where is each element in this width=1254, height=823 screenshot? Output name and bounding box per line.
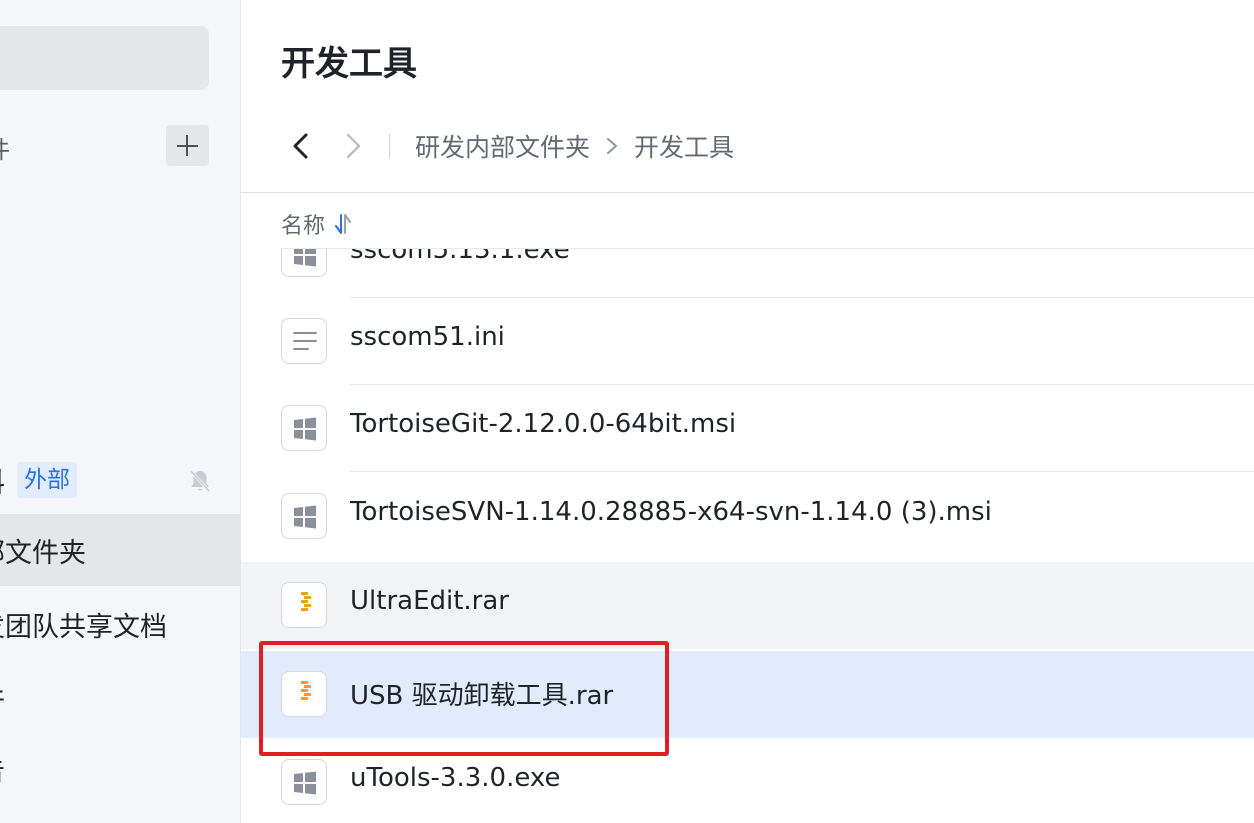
sidebar-section-label: 件 (0, 130, 10, 165)
column-header-name[interactable]: 名称 (281, 208, 353, 240)
file-icon (281, 405, 327, 451)
file-name: uTools-3.3.0.exe (350, 763, 561, 793)
file-row[interactable]: TortoiseGit-2.12.0.0-64bit.msi (241, 385, 1254, 472)
archive-icon (301, 681, 311, 700)
file-name: sscom5.13.1.exe (350, 249, 570, 265)
sidebar-search-box[interactable] (0, 26, 209, 90)
file-icon (281, 249, 327, 277)
sidebar-item-team-docs[interactable]: 发团队共享文档 (0, 588, 240, 660)
file-name: TortoiseSVN-1.14.0.28885-x64-svn-1.14.0 … (350, 497, 992, 527)
file-icon (281, 759, 327, 805)
windows-icon (294, 249, 316, 267)
sidebar-item-notice[interactable]: 告 (0, 732, 240, 804)
sidebar-item-label: 告 (0, 749, 5, 788)
file-row[interactable]: UltraEdit.rar (241, 562, 1254, 649)
sidebar-item-label: 件 (0, 677, 5, 716)
breadcrumb-item-rd-folder[interactable]: 研发内部文件夹 (415, 128, 590, 164)
column-header-label: 名称 (281, 214, 326, 239)
file-icon (281, 671, 327, 717)
sidebar-item-external[interactable]: 料 外部 (0, 444, 240, 516)
file-row[interactable]: sscom5.13.1.exe (241, 249, 1254, 298)
sidebar-item-label: 料 (0, 461, 5, 500)
windows-icon (294, 417, 316, 441)
sidebar-item-rd-folder[interactable]: 部文件夹 (0, 514, 240, 586)
forward-arrow-icon[interactable] (339, 130, 367, 162)
chevron-right-icon (607, 138, 618, 154)
text-file-icon (293, 332, 317, 350)
back-arrow-icon[interactable] (287, 130, 315, 162)
file-name: sscom51.ini (350, 322, 505, 352)
breadcrumb-item-current[interactable]: 开发工具 (634, 128, 734, 164)
file-row-selected[interactable]: USB 驱动卸载工具.rar (241, 651, 1254, 738)
breadcrumb: 研发内部文件夹 开发工具 (415, 128, 734, 164)
add-button[interactable] (166, 125, 209, 166)
sidebar-item-label: 发团队共享文档 (0, 611, 167, 643)
file-row[interactable]: TortoiseSVN-1.14.0.28885-x64-svn-1.14.0 … (241, 473, 1254, 560)
mute-bell-icon[interactable] (187, 468, 213, 494)
main-panel: 开发工具 研发内部文件夹 开发工具 名称 sscom5.13.1.exe ssc… (241, 0, 1254, 823)
file-icon (281, 493, 327, 539)
file-row[interactable]: uTools-3.3.0.exe (241, 739, 1254, 823)
page-title: 开发工具 (281, 44, 417, 84)
sidebar: 件 料 外部 部文件夹 发团队共享文档 件 告 (0, 0, 241, 823)
header-divider (241, 192, 1254, 193)
file-name: UltraEdit.rar (350, 586, 509, 616)
file-name: TortoiseGit-2.12.0.0-64bit.msi (350, 409, 737, 439)
file-list: sscom5.13.1.exe sscom51.ini TortoiseGit-… (241, 249, 1254, 823)
nav-divider (389, 134, 390, 158)
windows-icon (294, 505, 316, 529)
file-row[interactable]: sscom51.ini (241, 298, 1254, 385)
row-divider (349, 471, 1254, 472)
file-icon (281, 582, 327, 628)
file-name: USB 驱动卸载工具.rar (350, 681, 614, 711)
windows-icon (294, 771, 316, 795)
sidebar-item-files[interactable]: 件 (0, 660, 240, 732)
file-icon (281, 318, 327, 364)
sidebar-item-label: 部文件夹 (0, 537, 86, 569)
sort-icon[interactable] (333, 212, 353, 236)
archive-icon (301, 592, 311, 611)
external-badge: 外部 (17, 462, 77, 498)
